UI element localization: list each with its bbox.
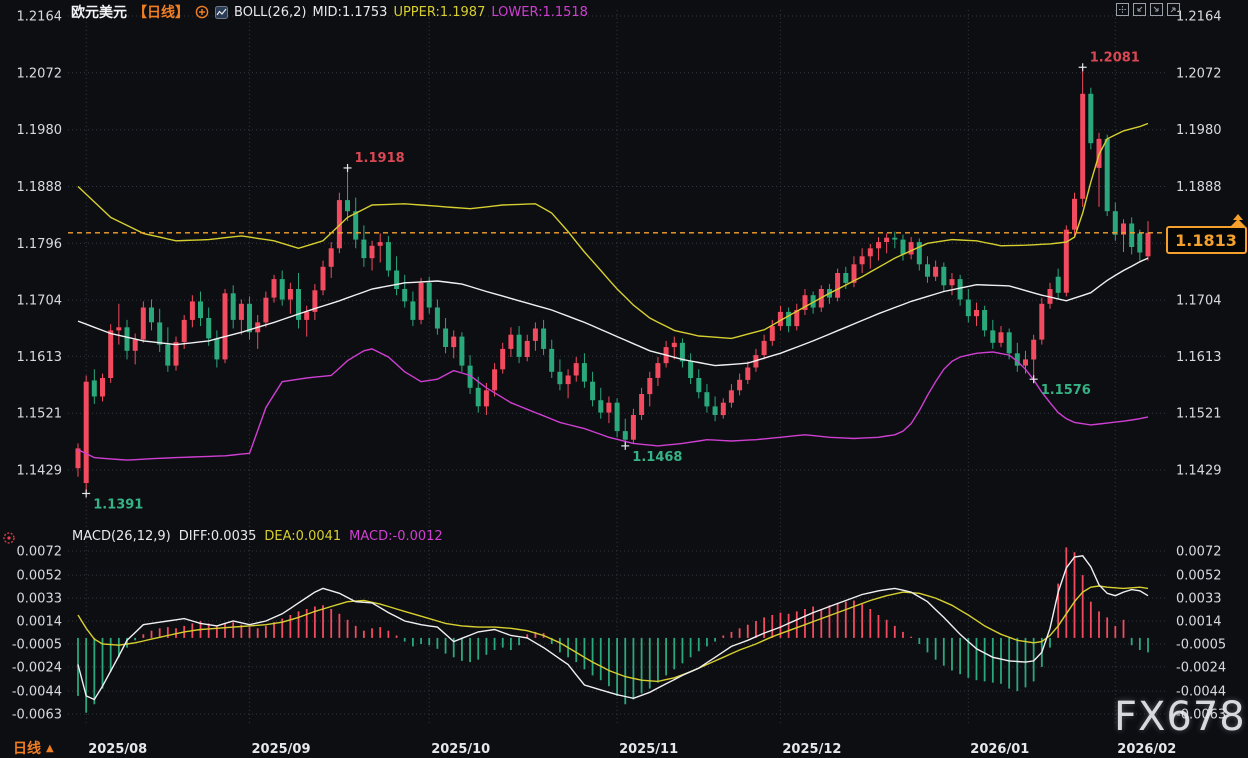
macd-indicator-header: MACD(26,12,9) DIFF:0.0035 DEA:0.0041 MAC… bbox=[72, 529, 443, 544]
candles-layer[interactable] bbox=[76, 67, 1151, 493]
axis-tick: 1.1704 bbox=[1176, 294, 1222, 309]
axis-tick: -0.0024 bbox=[12, 660, 62, 675]
boll-label: BOLL(26,2) bbox=[234, 5, 307, 20]
main-indicator-header: 欧元美元 【日线】 BOLL(26,2) MID:1.1753 UPPER:1.… bbox=[71, 2, 588, 22]
axis-tick: -0.0005 bbox=[1176, 638, 1226, 653]
macd-label: MACD(26,12,9) bbox=[72, 529, 171, 544]
boll-mid-line bbox=[78, 258, 1148, 366]
date-tick: 2025/09 bbox=[252, 742, 311, 757]
boll-lower-line bbox=[78, 349, 1148, 460]
period-tag[interactable]: 【日线】 bbox=[133, 2, 189, 22]
date-tick: 2025/08 bbox=[88, 742, 147, 757]
axis-tick: 1.2072 bbox=[17, 66, 63, 81]
axis-tick: 1.2164 bbox=[17, 10, 63, 25]
pane-toolbar bbox=[1116, 1, 1180, 14]
chart-canvas[interactable]: 1.1391 1.1918 1.1468 1.1576 1.2081 1.2164 1.21… bbox=[0, 0, 1248, 757]
last-price-value: 1.1813 bbox=[1175, 231, 1237, 250]
boll-lower-value: LOWER:1.1518 bbox=[491, 5, 588, 20]
axis-tick: 1.2072 bbox=[1176, 66, 1222, 81]
add-indicator-icon[interactable] bbox=[195, 5, 209, 19]
axis-tick: 1.1613 bbox=[17, 350, 63, 365]
axis-tick: 1.1796 bbox=[17, 237, 63, 252]
period-selector[interactable]: 日线 ▲ bbox=[13, 738, 54, 758]
macd-histogram bbox=[78, 547, 1148, 712]
date-tick: 2025/12 bbox=[782, 742, 841, 757]
indicator-chart-icon[interactable] bbox=[215, 6, 228, 19]
boll-upper-value: UPPER:1.1987 bbox=[393, 5, 485, 20]
axis-tick: 0.0033 bbox=[17, 592, 63, 607]
axis-tick: 1.1429 bbox=[1176, 464, 1222, 479]
dock-pane-icon[interactable] bbox=[1133, 1, 1146, 14]
axis-tick: 0.0052 bbox=[17, 569, 63, 584]
axis-tick: 1.1521 bbox=[1176, 407, 1222, 422]
date-tick: 2025/10 bbox=[431, 742, 490, 757]
date-tick: 2025/11 bbox=[619, 742, 678, 757]
watermark: FX678 bbox=[1114, 694, 1246, 740]
axis-tick: 1.1980 bbox=[1176, 123, 1222, 138]
macd-dea-value: DEA:0.0041 bbox=[264, 529, 341, 544]
trading-app: { "header": { "symbol": "欧元美元", "period_… bbox=[0, 0, 1248, 757]
macd-panel-icon[interactable] bbox=[2, 530, 16, 549]
boll-upper-line bbox=[78, 124, 1148, 339]
macd-diff-value: DIFF:0.0035 bbox=[179, 529, 257, 544]
axis-tick: -0.0063 bbox=[12, 708, 62, 723]
axis-tick: 0.0072 bbox=[1176, 545, 1222, 560]
axis-tick: 1.1888 bbox=[17, 180, 63, 195]
axis-tick: 1.1888 bbox=[1176, 180, 1222, 195]
symbol-title: 欧元美元 bbox=[71, 2, 127, 22]
axis-tick: 0.0072 bbox=[17, 545, 63, 560]
date-tick: 2026/02 bbox=[1117, 742, 1176, 757]
axis-tick: -0.0044 bbox=[12, 685, 62, 700]
axis-tick: 0.0052 bbox=[1176, 569, 1222, 584]
gridlines bbox=[68, 10, 1165, 724]
price-annotation: 1.1468 bbox=[632, 450, 682, 465]
price-annotation: 1.1576 bbox=[1041, 383, 1091, 398]
axis-tick: -0.0005 bbox=[12, 638, 62, 653]
price-annotation: 1.2081 bbox=[1090, 50, 1140, 65]
axis-tick: 1.1980 bbox=[17, 123, 63, 138]
price-annotation: 1.1391 bbox=[93, 498, 143, 513]
move-pane-icon[interactable] bbox=[1116, 1, 1129, 14]
axis-tick: 1.1429 bbox=[17, 464, 63, 479]
period-label: 日线 bbox=[13, 738, 41, 758]
move-pane-up-icon[interactable] bbox=[1167, 1, 1180, 14]
macd-macd-value: MACD:-0.0012 bbox=[349, 529, 443, 544]
dropdown-arrow-icon: ▲ bbox=[46, 743, 54, 754]
axis-tick: 1.1613 bbox=[1176, 350, 1222, 365]
axis-tick: 1.1521 bbox=[17, 407, 63, 422]
last-price-box[interactable]: 1.1813 bbox=[1167, 214, 1246, 253]
move-pane-down-icon[interactable] bbox=[1150, 1, 1163, 14]
axis-tick: 1.1704 bbox=[17, 294, 63, 309]
axis-tick: 0.0014 bbox=[17, 615, 63, 630]
axis-tick: 0.0033 bbox=[1176, 592, 1222, 607]
axis-tick: -0.0024 bbox=[1176, 660, 1226, 675]
price-annotation: 1.1918 bbox=[355, 151, 405, 166]
boll-mid-value: MID:1.1753 bbox=[313, 5, 388, 20]
axis-tick: 0.0014 bbox=[1176, 615, 1222, 630]
axis-tick: 1.2164 bbox=[1176, 10, 1222, 25]
date-tick: 2026/01 bbox=[970, 742, 1029, 757]
